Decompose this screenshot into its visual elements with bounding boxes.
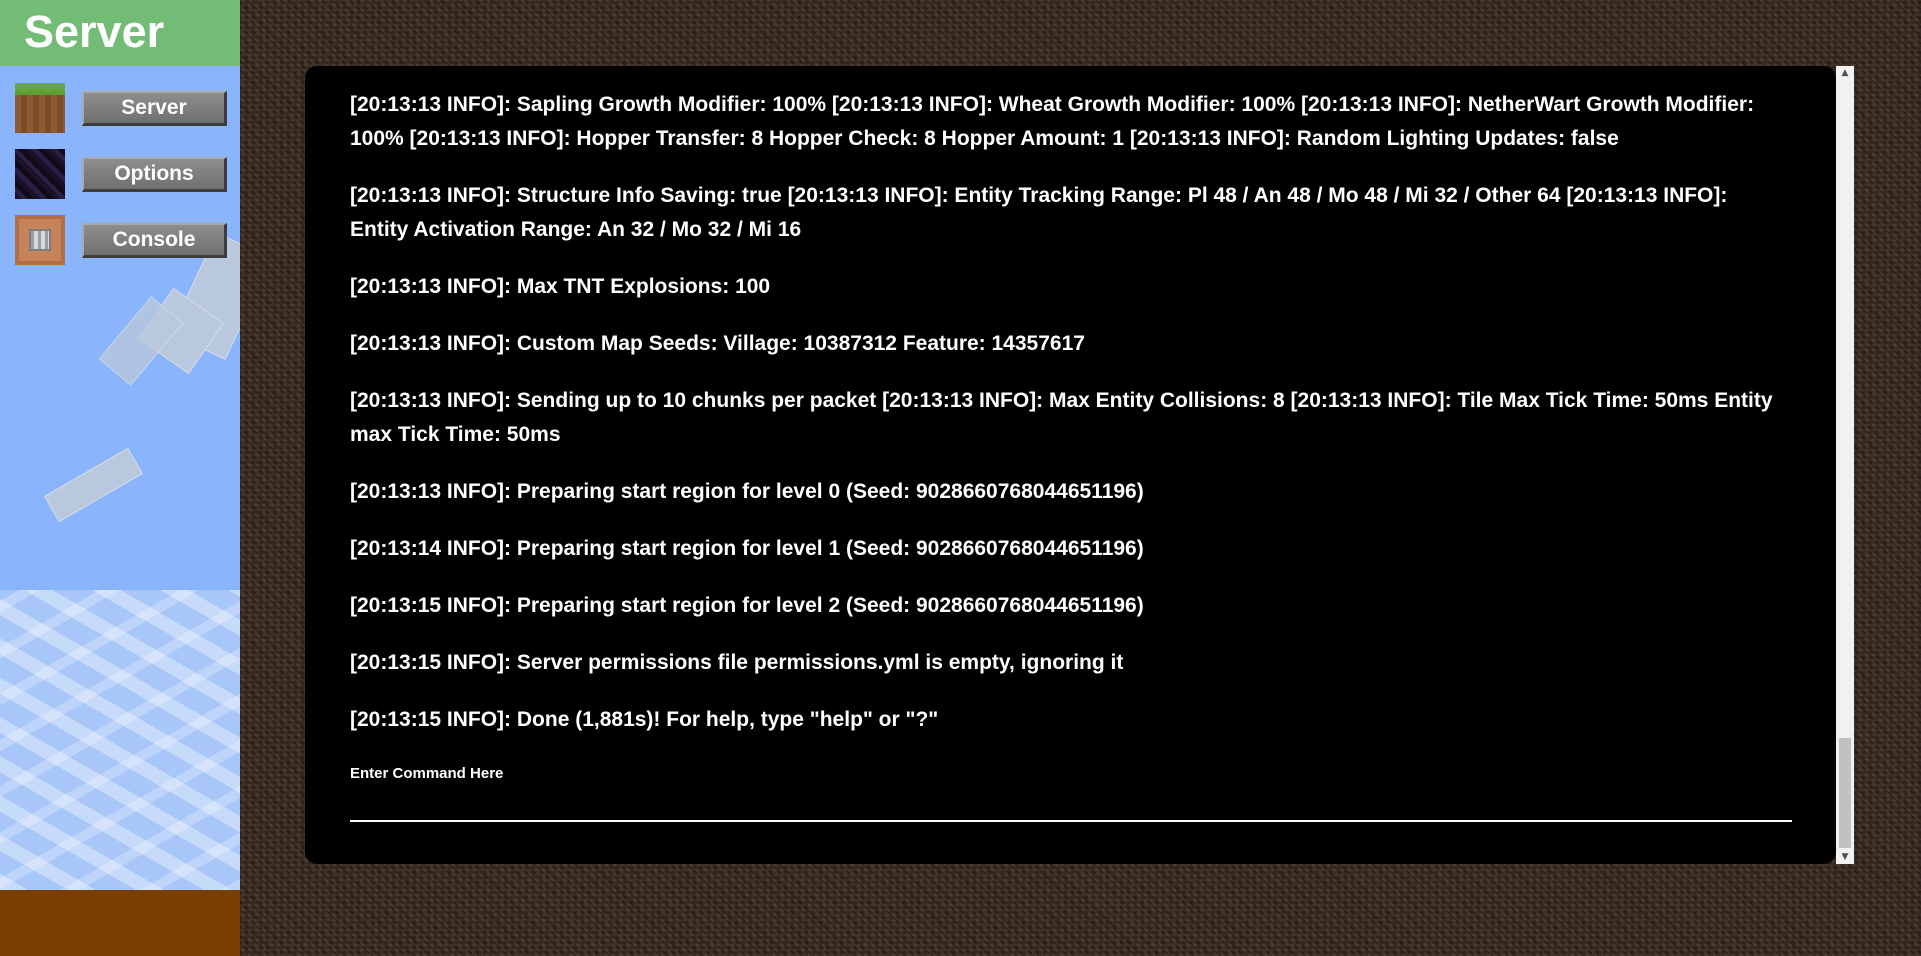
console-panel: [20:13:13 INFO]: Sapling Growth Modifier… (305, 66, 1836, 864)
sky-cloud-block (43, 447, 144, 523)
log-line: [20:13:15 INFO]: Server permissions file… (350, 651, 1124, 674)
log-line: [20:13:13 INFO]: Custom Map Seeds: Villa… (350, 332, 1085, 355)
sidebar-item-options[interactable]: Options (15, 149, 227, 201)
sidebar-header: Server (0, 0, 240, 66)
sidebar-ground (0, 890, 240, 956)
log-line: [20:13:13 INFO]: Structure Info Saving: … (350, 184, 1728, 241)
console-log: [20:13:13 INFO]: Sapling Growth Modifier… (350, 88, 1790, 760)
server-button[interactable]: Server (82, 91, 227, 126)
command-block-icon (15, 215, 65, 265)
log-line: [20:13:15 INFO]: Done (1,881s)! For help… (350, 708, 939, 731)
scroll-down-arrow-icon[interactable]: ▼ (1836, 850, 1854, 864)
sidebar-title: Server (24, 6, 165, 57)
sidebar-item-console[interactable]: Console (15, 215, 227, 267)
scroll-up-arrow-icon[interactable]: ▲ (1836, 66, 1854, 80)
sidebar: Server Server Options Console (0, 0, 240, 956)
log-line: [20:13:13 INFO]: Max TNT Explosions: 100 (350, 275, 771, 298)
obsidian-block-icon (15, 149, 65, 199)
console-scrollbar[interactable]: ▲ ▼ (1836, 66, 1854, 864)
log-line: [20:13:13 INFO]: Preparing start region … (350, 480, 1144, 503)
command-block-face (29, 229, 51, 251)
scrollbar-thumb[interactable] (1839, 738, 1851, 848)
console-button[interactable]: Console (82, 223, 227, 258)
log-line: [20:13:15 INFO]: Preparing start region … (350, 594, 1144, 617)
snow-terrain (0, 590, 240, 890)
options-button[interactable]: Options (82, 157, 227, 192)
log-line: [20:13:13 INFO]: Sending up to 10 chunks… (350, 389, 1773, 446)
log-line: [20:13:14 INFO]: Preparing start region … (350, 537, 1144, 560)
log-line: [20:13:13 INFO]: Sapling Growth Modifier… (350, 93, 1755, 150)
grass-block-icon (15, 83, 65, 133)
command-input[interactable] (350, 794, 1792, 822)
command-input-label: Enter Command Here (350, 765, 504, 782)
sidebar-item-server[interactable]: Server (15, 83, 227, 135)
